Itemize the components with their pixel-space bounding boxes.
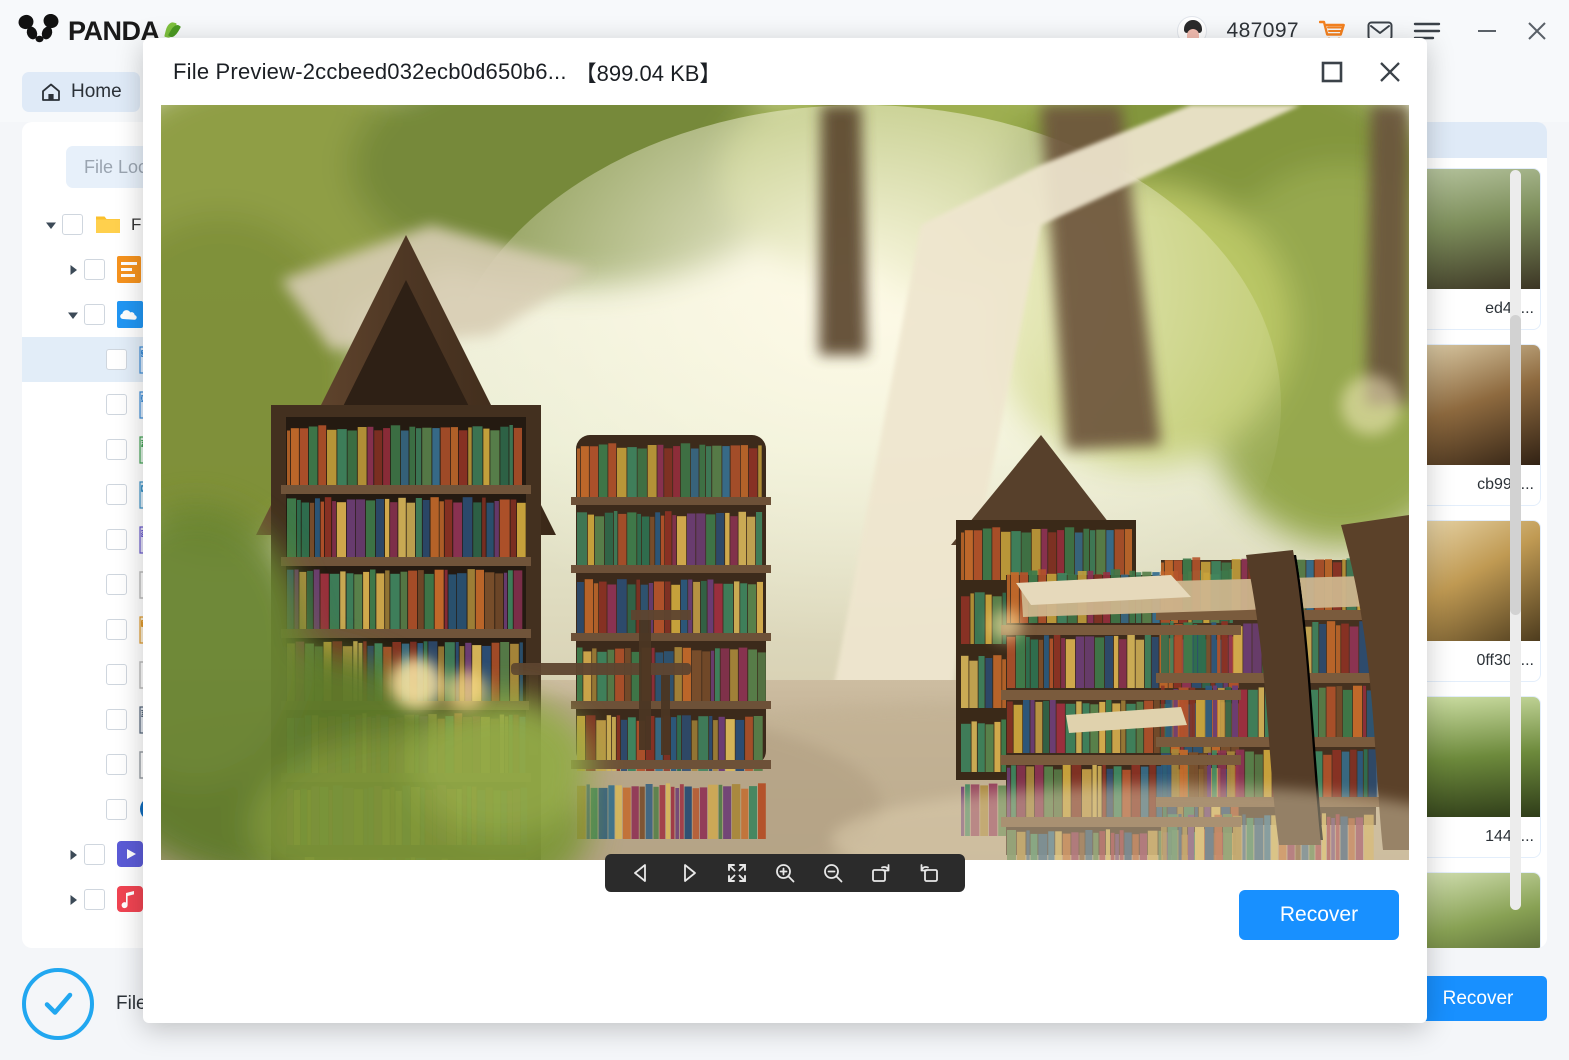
row-checkbox[interactable] xyxy=(106,394,127,415)
row-checkbox[interactable] xyxy=(106,439,127,460)
row-checkbox[interactable] xyxy=(106,754,127,775)
video-file-icon xyxy=(117,840,143,869)
preview-image-artwork xyxy=(161,105,1409,860)
row-checkbox[interactable] xyxy=(62,214,83,235)
scrollbar-thumb[interactable] xyxy=(1510,315,1521,615)
chevron-down-icon[interactable] xyxy=(62,304,84,326)
dialog-title: File Preview-2ccbeed032ecb0d650b6... xyxy=(173,58,567,84)
chevron-down-icon[interactable] xyxy=(40,214,62,236)
dialog-header: File Preview-2ccbeed032ecb0d650b6... 【89… xyxy=(143,38,1427,105)
application-window: PANDA 487097 Home File Locati F cb994...… xyxy=(0,0,1569,1060)
row-checkbox[interactable] xyxy=(106,484,127,505)
window-controls xyxy=(1475,19,1549,43)
row-checkbox[interactable] xyxy=(106,619,127,640)
tree-row-label: F xyxy=(131,214,142,234)
row-checkbox[interactable] xyxy=(84,304,105,325)
row-checkbox[interactable] xyxy=(106,574,127,595)
row-checkbox[interactable] xyxy=(106,349,127,370)
dialog-file-size: 【899.04 KB】 xyxy=(574,60,722,86)
dialog-recover-button[interactable]: Recover xyxy=(1239,890,1399,940)
maximize-icon[interactable] xyxy=(1317,57,1347,87)
check-circle-icon xyxy=(22,968,94,1040)
row-checkbox[interactable] xyxy=(84,259,105,280)
vertical-scrollbar[interactable] xyxy=(1510,170,1521,910)
tab-home[interactable]: Home xyxy=(22,72,140,112)
row-checkbox[interactable] xyxy=(106,664,127,685)
minimize-icon[interactable] xyxy=(1475,22,1499,40)
panda-face-icon xyxy=(18,14,59,43)
preview-image[interactable] xyxy=(161,105,1409,860)
home-icon xyxy=(42,83,60,101)
chevron-right-icon[interactable] xyxy=(62,889,84,911)
recover-button[interactable]: Recover xyxy=(1409,976,1547,1021)
dialog-footer: Recover xyxy=(143,860,1427,1023)
row-checkbox[interactable] xyxy=(106,529,127,550)
row-checkbox[interactable] xyxy=(84,889,105,910)
file-preview-dialog: File Preview-2ccbeed032ecb0d650b6... 【89… xyxy=(143,38,1427,1023)
chevron-right-icon[interactable] xyxy=(62,259,84,281)
dialog-window-controls xyxy=(1317,57,1405,87)
music-file-icon xyxy=(117,885,143,914)
row-checkbox[interactable] xyxy=(106,709,127,730)
chevron-right-icon[interactable] xyxy=(62,844,84,866)
row-checkbox[interactable] xyxy=(84,844,105,865)
orange-file-icon xyxy=(117,255,143,284)
onedrive-icon xyxy=(117,300,143,329)
folder-icon xyxy=(95,211,121,239)
modal-overlay: File Preview-2ccbeed032ecb0d650b6... 【89… xyxy=(0,0,1569,1060)
row-checkbox[interactable] xyxy=(106,799,127,820)
preview-area xyxy=(161,105,1409,892)
close-icon[interactable] xyxy=(1525,19,1549,43)
close-icon[interactable] xyxy=(1375,57,1405,87)
tab-home-label: Home xyxy=(71,81,122,102)
